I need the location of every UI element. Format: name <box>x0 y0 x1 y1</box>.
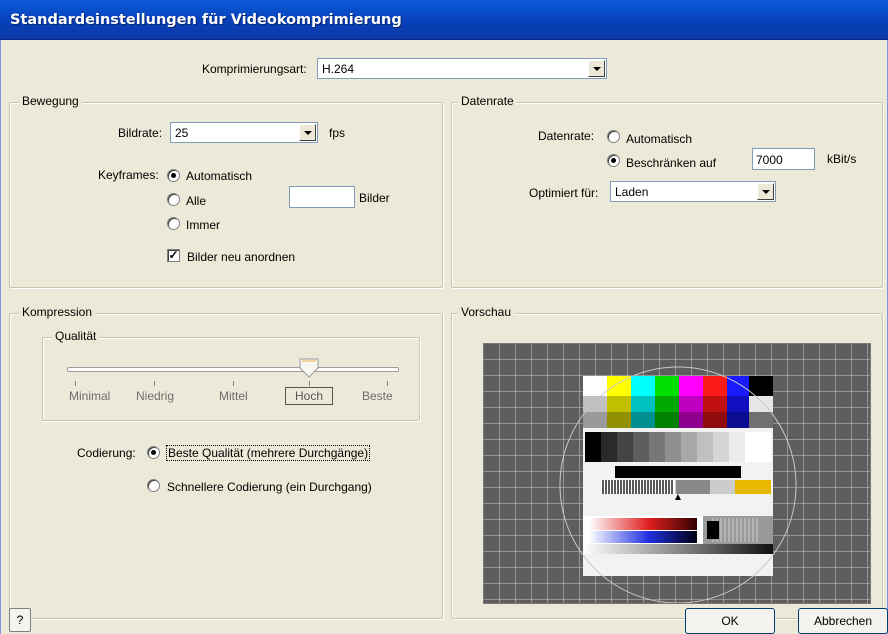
quality-slider-track[interactable] <box>67 367 399 372</box>
keyframes-all-label: Alle <box>186 194 207 208</box>
keyframes-auto-label: Automatisch <box>186 169 253 183</box>
title-bar: Standardeinstellungen für Videokomprimie… <box>0 0 888 40</box>
keyframes-interval-unit: Bilder <box>359 191 390 205</box>
quality-tick <box>75 381 76 386</box>
chevron-down-icon[interactable] <box>299 124 316 141</box>
compression-group-title: Kompression <box>19 305 96 319</box>
optimize-select[interactable]: Laden <box>610 181 776 202</box>
quality-level-hoch[interactable]: Hoch <box>285 387 334 405</box>
quality-tick <box>233 381 234 386</box>
help-button[interactable]: ? <box>9 608 31 632</box>
datarate-limit-input[interactable]: 7000 <box>752 148 815 170</box>
quality-level-minimal[interactable]: Minimal <box>69 389 110 403</box>
datarate-limit-radio[interactable] <box>607 154 620 167</box>
encoding-fast-label[interactable]: Schnellere Codierung (ein Durchgang) <box>167 480 372 494</box>
quality-level-niedrig[interactable]: Niedrig <box>136 389 174 403</box>
datarate-label: Datenrate: <box>538 129 595 143</box>
chevron-down-icon[interactable] <box>757 183 774 200</box>
datarate-unit: kBit/s <box>827 152 857 166</box>
ok-button[interactable]: OK <box>685 608 775 634</box>
framerate-label: Bildrate: <box>118 126 163 140</box>
keyframes-always-label: Immer <box>186 218 220 232</box>
quality-tick <box>154 381 155 386</box>
keyframes-interval-input[interactable] <box>289 186 355 208</box>
quality-level-mittel[interactable]: Mittel <box>219 389 248 403</box>
window-title: Standardeinstellungen für Videokomprimie… <box>10 12 402 28</box>
compression-type-select[interactable]: H.264 <box>317 58 607 79</box>
datarate-auto-radio[interactable] <box>607 130 620 143</box>
quality-level-beste[interactable]: Beste <box>362 389 393 403</box>
encoding-label: Codierung: <box>77 446 136 460</box>
framerate-unit: fps <box>329 126 346 140</box>
preview-group-title: Vorschau <box>458 305 515 319</box>
datarate-auto-label: Automatisch <box>626 132 693 146</box>
quality-tick <box>309 381 310 386</box>
chevron-down-icon[interactable] <box>588 60 605 77</box>
optimize-label: Optimiert für: <box>529 186 599 200</box>
compression-type-value: H.264 <box>322 62 355 76</box>
dialog-body: Komprimierungsart: H.264 Bewegung Bildra… <box>0 40 888 634</box>
datarate-limit-label: Beschränken auf <box>626 156 717 170</box>
quality-tick <box>387 381 388 386</box>
quality-slider-thumb[interactable] <box>298 358 320 378</box>
keyframes-auto-radio[interactable] <box>167 169 180 182</box>
framerate-value: 25 <box>175 126 189 140</box>
reorder-frames-label[interactable]: Bilder neu anordnen <box>187 250 295 264</box>
framerate-select[interactable]: 25 <box>170 122 318 143</box>
encoding-best-radio[interactable] <box>147 446 160 459</box>
keyframes-always-radio[interactable] <box>167 217 180 230</box>
keyframes-all-radio[interactable] <box>167 193 180 206</box>
reorder-frames-checkbox[interactable]: ✓ <box>167 249 180 262</box>
quality-group <box>42 337 420 421</box>
compression-type-label: Komprimierungsart: <box>202 62 307 76</box>
encoding-best-label[interactable]: Beste Qualität (mehrere Durchgänge) <box>166 445 371 461</box>
quality-group-title: Qualität <box>52 329 100 343</box>
cancel-button[interactable]: Abbrechen <box>798 608 888 634</box>
keyframes-label: Keyframes: <box>98 168 159 182</box>
test-pattern-image <box>484 344 870 604</box>
datarate-group-title: Datenrate <box>458 94 517 108</box>
preview-image <box>483 343 871 604</box>
motion-group-title: Bewegung <box>19 94 82 108</box>
optimize-value: Laden <box>615 185 649 199</box>
encoding-fast-radio[interactable] <box>147 479 160 492</box>
